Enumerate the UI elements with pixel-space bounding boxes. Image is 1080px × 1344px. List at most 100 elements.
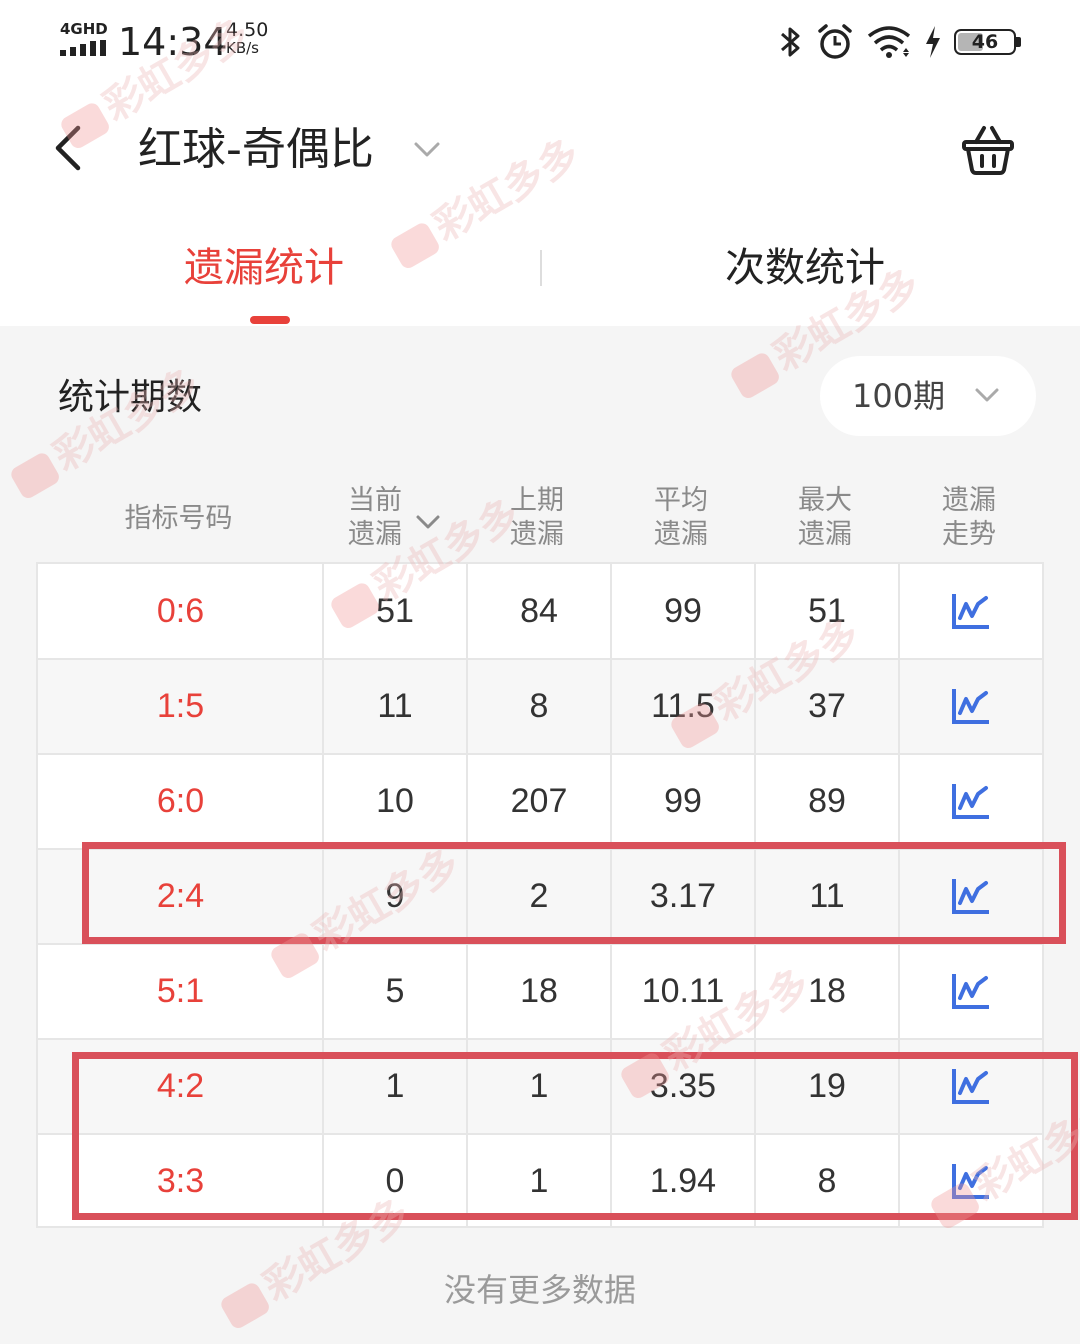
row-divider xyxy=(38,1133,1042,1135)
max-omission-cell: 89 xyxy=(808,782,846,820)
period-label: 统计期数 xyxy=(58,377,203,418)
avg-omission-cell: 1.94 xyxy=(649,1162,717,1200)
max-omission-cell: 19 xyxy=(808,1067,846,1105)
network-speed-unit: KB/s xyxy=(226,39,259,57)
trend-button[interactable] xyxy=(899,754,1042,849)
row-code: 1:5 xyxy=(156,687,205,725)
header-avg-omission: 平均 遗漏 xyxy=(654,485,708,550)
network-type: 4GHD xyxy=(60,20,108,38)
row-divider xyxy=(38,1038,1042,1040)
period-select[interactable]: 100期 xyxy=(820,356,1036,436)
header-omission-trend: 遗漏 走势 xyxy=(942,485,996,550)
row-code: 5:1 xyxy=(156,972,205,1010)
row-divider xyxy=(38,943,1042,945)
avg-omission-cell: 99 xyxy=(664,782,702,820)
table-header: 指标号码 当前 遗漏 上期 遗漏 平均 遗漏 最大 遗漏 遗漏 走势 xyxy=(36,476,1044,562)
trend-button[interactable] xyxy=(899,1134,1042,1229)
signal-icon xyxy=(60,40,106,56)
network-speed: 4.50 KB/s xyxy=(226,20,286,56)
current-omission-cell: 1 xyxy=(385,1067,405,1105)
row-divider xyxy=(38,753,1042,755)
tab-count-stats[interactable]: 次数统计 xyxy=(725,240,885,296)
last-omission-cell: 1 xyxy=(529,1162,549,1200)
row-code: 6:0 xyxy=(156,782,205,820)
trend-chart-icon xyxy=(952,689,989,724)
current-omission-cell: 11 xyxy=(377,687,413,725)
clock: 14:34 xyxy=(118,20,228,64)
tab-bar: 遗漏统计 次数统计 xyxy=(0,222,1080,326)
sort-chevron-icon[interactable] xyxy=(412,506,444,538)
last-omission-cell: 8 xyxy=(529,687,549,725)
title-dropdown-button[interactable] xyxy=(410,132,444,166)
row-code: 0:6 xyxy=(156,592,205,630)
trend-chart-icon xyxy=(952,974,989,1009)
column-divider xyxy=(466,564,468,1226)
current-omission-cell: 9 xyxy=(385,877,405,915)
current-omission-cell: 10 xyxy=(376,782,414,820)
battery-icon: 46 xyxy=(954,27,1022,57)
column-divider xyxy=(610,564,612,1226)
back-arrow-icon xyxy=(55,125,81,171)
back-button[interactable] xyxy=(44,120,104,180)
charging-icon xyxy=(924,25,942,59)
max-omission-cell: 8 xyxy=(817,1162,837,1200)
column-divider xyxy=(898,564,900,1226)
basket-icon xyxy=(962,126,1014,175)
wifi-icon xyxy=(866,24,912,60)
page-title[interactable]: 红球-奇偶比 xyxy=(138,120,374,180)
max-omission-cell: 11 xyxy=(809,877,845,915)
chevron-down-icon xyxy=(975,388,999,402)
trend-chart-icon xyxy=(952,1069,989,1104)
trend-button[interactable] xyxy=(899,564,1042,659)
basket-button[interactable] xyxy=(958,120,1018,180)
max-omission-cell: 51 xyxy=(808,592,846,630)
trend-button[interactable] xyxy=(899,659,1042,754)
trend-button[interactable] xyxy=(899,849,1042,944)
active-tab-indicator xyxy=(250,316,290,324)
tab-divider xyxy=(540,250,542,286)
column-divider xyxy=(754,564,756,1226)
trend-chart-icon xyxy=(952,784,989,819)
avg-omission-cell: 11.5 xyxy=(651,687,715,725)
trend-button[interactable] xyxy=(899,1039,1042,1134)
avg-omission-cell: 3.35 xyxy=(649,1067,717,1105)
status-bar: 4GHD 14:34 4.50 KB/s 46 xyxy=(0,0,1080,85)
header-code: 指标号码 xyxy=(124,503,233,534)
status-icons: 46 xyxy=(778,22,1022,62)
period-select-value: 100期 xyxy=(852,377,946,415)
stats-table: 0:6 51 84 99 51 1:5 11 8 11.5 37 6:0 10 207 99 89 2:4 9 2… xyxy=(36,562,1044,1228)
table-row: 1:5 11 8 11.5 37 xyxy=(38,659,1042,754)
alarm-icon xyxy=(816,23,854,61)
nav-bar: 红球-奇偶比 xyxy=(0,100,1080,200)
current-omission-cell: 51 xyxy=(376,592,414,630)
avg-omission-cell: 3.17 xyxy=(649,877,717,915)
bluetooth-icon xyxy=(778,24,804,60)
column-divider xyxy=(322,564,324,1226)
table-row: 0:6 51 84 99 51 xyxy=(38,564,1042,659)
trend-button[interactable] xyxy=(899,944,1042,1039)
network-speed-value: 4.50 xyxy=(226,19,269,41)
avg-omission-cell: 99 xyxy=(664,592,702,630)
last-omission-cell: 2 xyxy=(529,877,549,915)
table-row: 6:0 10 207 99 89 xyxy=(38,754,1042,849)
table-row: 3:3 0 1 1.94 8 xyxy=(38,1134,1042,1229)
battery-level: 46 xyxy=(971,31,999,53)
last-omission-cell: 207 xyxy=(510,782,568,820)
row-code: 3:3 xyxy=(156,1162,205,1200)
header-last-omission: 上期 遗漏 xyxy=(510,485,564,550)
avg-omission-cell: 10.11 xyxy=(641,972,725,1010)
last-omission-cell: 18 xyxy=(520,972,558,1010)
no-more-data-text: 没有更多数据 xyxy=(443,1271,636,1309)
max-omission-cell: 37 xyxy=(808,687,846,725)
row-divider xyxy=(38,848,1042,850)
trend-chart-icon xyxy=(952,1164,989,1199)
header-max-omission: 最大 遗漏 xyxy=(798,485,852,550)
current-omission-cell: 5 xyxy=(385,972,405,1010)
row-code: 2:4 xyxy=(156,877,205,915)
trend-chart-icon xyxy=(952,879,989,914)
last-omission-cell: 84 xyxy=(520,592,558,630)
tab-omission-stats[interactable]: 遗漏统计 xyxy=(184,240,344,296)
trend-chart-icon xyxy=(952,594,989,629)
row-divider xyxy=(38,658,1042,660)
table-row: 2:4 9 2 3.17 11 xyxy=(38,849,1042,944)
